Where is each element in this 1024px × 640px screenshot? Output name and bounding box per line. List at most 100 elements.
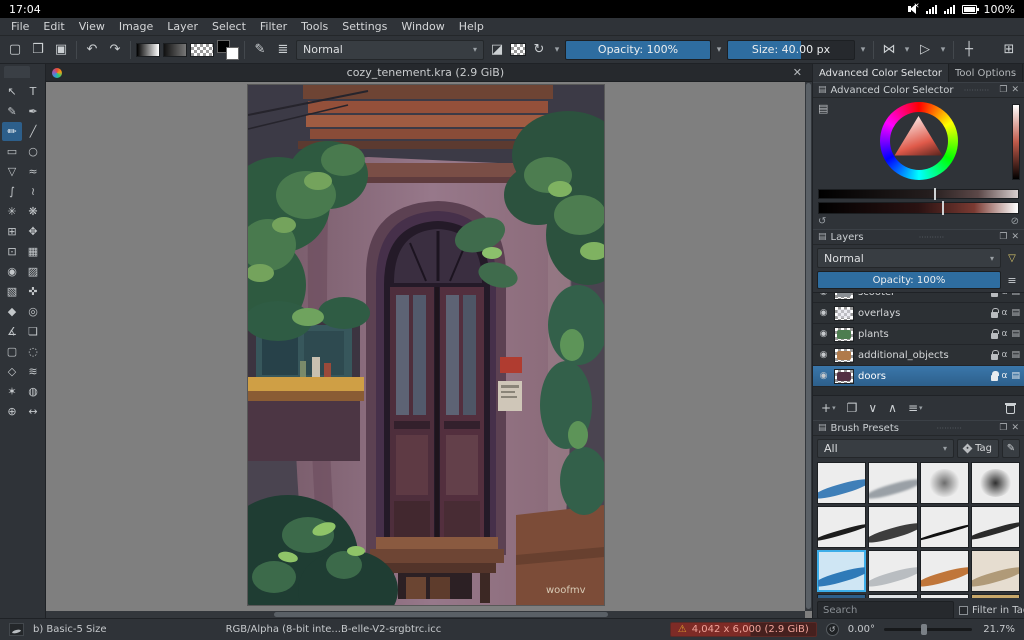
gradient-handle[interactable]: [934, 188, 937, 200]
layer-style-icon[interactable]: ▤: [1011, 308, 1020, 318]
menu-layer[interactable]: Layer: [160, 18, 205, 35]
float-docker-icon[interactable]: ❐: [999, 232, 1007, 242]
layer-row-doors[interactable]: ◉ doors α ▤: [813, 366, 1024, 387]
close-docker-icon[interactable]: ✕: [1011, 423, 1019, 433]
tool-crop[interactable]: ⊡: [2, 242, 22, 261]
tool-text[interactable]: T: [23, 82, 43, 101]
layer-options-menu-icon[interactable]: ≡: [1004, 274, 1020, 287]
lock-icon[interactable]: [990, 307, 999, 318]
opacity-caret[interactable]: ▾: [714, 39, 724, 61]
brush-options-caret[interactable]: ▾: [552, 39, 562, 61]
tab-advanced-color-selector[interactable]: Advanced Color Selector: [813, 64, 949, 82]
tool-zoom[interactable]: ⊕: [2, 402, 22, 421]
zoom-level-value[interactable]: 21.7%: [981, 624, 1015, 635]
tool-calligraphy[interactable]: ✒: [23, 102, 43, 121]
close-document-icon[interactable]: ✕: [789, 66, 806, 79]
lock-icon[interactable]: [990, 328, 999, 339]
tool-pattern-edit[interactable]: ▨: [23, 262, 43, 281]
open-document-button[interactable]: ❒: [28, 39, 48, 61]
menu-window[interactable]: Window: [394, 18, 451, 35]
add-layer-button[interactable]: + ▾: [821, 401, 836, 415]
layer-row-overlays[interactable]: ◉ overlays α ▤: [813, 303, 1024, 324]
brush-editor-button[interactable]: ✎: [250, 39, 270, 61]
menu-help[interactable]: Help: [452, 18, 491, 35]
reload-preset-button[interactable]: ↻: [529, 39, 549, 61]
brush-preset[interactable]: [970, 462, 1020, 504]
tool-polygon[interactable]: ▽: [2, 162, 22, 181]
alpha-icon[interactable]: α: [1002, 371, 1008, 381]
tool-smart-patch[interactable]: ✜: [23, 282, 43, 301]
move-layer-down-button[interactable]: ∨: [868, 401, 877, 415]
brush-preset[interactable]: [919, 506, 969, 548]
filter-in-tag-toggle[interactable]: Filter in Tag: [959, 605, 1024, 616]
color-wheel[interactable]: [879, 102, 958, 180]
canvas-viewport[interactable]: woofmv: [46, 82, 805, 611]
brush-preset[interactable]: [970, 594, 1020, 598]
tool-freehand-select[interactable]: ≋: [23, 362, 43, 381]
brush-option-lines-button[interactable]: ≣: [273, 39, 293, 61]
layer-row-plants[interactable]: ◉ plants α ▤: [813, 324, 1024, 345]
menu-tools[interactable]: Tools: [294, 18, 335, 35]
tool-contiguous-select[interactable]: ✶: [2, 382, 22, 401]
vertical-scrollbar-thumb[interactable]: [806, 83, 811, 609]
new-document-button[interactable]: ▢: [5, 39, 25, 61]
tool-polyline[interactable]: ≈: [23, 162, 43, 181]
preserve-alpha-button[interactable]: [510, 43, 526, 56]
mirror-vertical-caret[interactable]: ▾: [938, 39, 948, 61]
tool-fill[interactable]: ◆: [2, 302, 22, 321]
eraser-mode-button[interactable]: ◪: [487, 39, 507, 61]
pattern-chooser[interactable]: [190, 42, 214, 57]
edit-tag-button[interactable]: ✎: [1002, 439, 1020, 458]
tool-freehand-brush[interactable]: ✏: [2, 122, 22, 141]
layer-style-icon[interactable]: ▤: [1011, 329, 1020, 339]
tool-ellipse-select[interactable]: ◌: [23, 342, 43, 361]
lock-icon[interactable]: [990, 293, 998, 297]
tool-gradient[interactable]: ▦: [23, 242, 43, 261]
artwork-canvas[interactable]: woofmv: [247, 85, 604, 605]
brush-preset[interactable]: [868, 550, 918, 592]
current-brush-icon[interactable]: [9, 623, 24, 636]
tool-reference-images[interactable]: ❏: [23, 322, 43, 341]
float-docker-icon[interactable]: ❐: [999, 85, 1007, 95]
brush-preset[interactable]: [868, 594, 918, 598]
blend-mode-dropdown[interactable]: Normal ▾: [296, 39, 484, 60]
save-button[interactable]: ▣: [51, 39, 71, 61]
alpha-icon[interactable]: α: [1002, 329, 1008, 339]
background-color-swatch[interactable]: [226, 46, 239, 60]
tool-colorize-mask[interactable]: ▧: [2, 282, 22, 301]
tab-tool-options[interactable]: Tool Options: [949, 64, 1024, 82]
brush-preset[interactable]: [919, 594, 969, 598]
gradient-chooser-secondary[interactable]: [163, 42, 187, 57]
tool-similar-select[interactable]: ◍: [23, 382, 43, 401]
menu-file[interactable]: File: [4, 18, 36, 35]
tool-bezier-path[interactable]: ∫: [2, 182, 22, 201]
brush-preset[interactable]: [970, 506, 1020, 548]
close-docker-icon[interactable]: ✕: [1011, 232, 1019, 242]
move-layer-up-button[interactable]: ∧: [888, 401, 897, 415]
alpha-icon[interactable]: α: [1002, 293, 1008, 297]
snap-settings-button[interactable]: ┼: [959, 39, 979, 61]
layer-visibility-icon[interactable]: ◉: [817, 371, 830, 381]
refresh-colors-icon[interactable]: ↺: [818, 216, 826, 227]
alpha-icon[interactable]: α: [1002, 308, 1008, 318]
tool-dynamic-brush[interactable]: ✳: [2, 202, 22, 221]
tool-move[interactable]: ✥: [23, 222, 43, 241]
undo-button[interactable]: ↶: [82, 39, 102, 61]
layer-visibility-icon[interactable]: ◉: [817, 329, 830, 339]
menu-view[interactable]: View: [72, 18, 112, 35]
delete-layer-button[interactable]: [1005, 402, 1016, 414]
menu-filter[interactable]: Filter: [253, 18, 294, 35]
tool-multibrush[interactable]: ❋: [23, 202, 43, 221]
tool-color-sampler[interactable]: ◉: [2, 262, 22, 281]
mirror-horizontal-caret[interactable]: ▾: [902, 39, 912, 61]
lock-icon[interactable]: [990, 370, 999, 381]
brush-presets-docker-header[interactable]: ▤ Brush Presets ·········· ❐ ✕: [813, 420, 1024, 436]
color-gradient-bar[interactable]: [818, 201, 1019, 215]
color-selector-settings-icon[interactable]: ▤: [818, 102, 828, 115]
brush-preset[interactable]: [868, 462, 918, 504]
layer-style-icon[interactable]: ▤: [1011, 293, 1020, 297]
gradient-chooser[interactable]: [136, 42, 160, 57]
mirror-horizontal-button[interactable]: ⋈: [879, 39, 899, 61]
preset-tag-filter-dropdown[interactable]: All ▾: [817, 439, 955, 458]
docker-drag-handle[interactable]: ··········: [903, 424, 995, 433]
